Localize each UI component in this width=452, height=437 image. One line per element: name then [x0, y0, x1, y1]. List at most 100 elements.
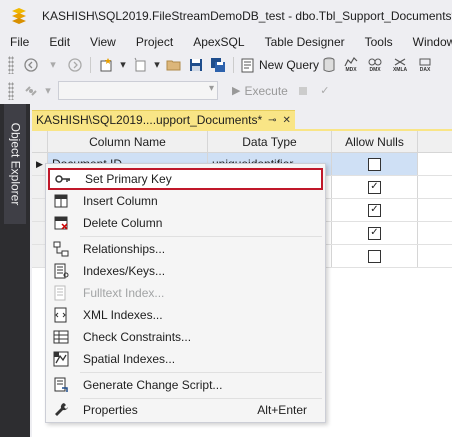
add-dropdown-icon[interactable]: ▾ [153, 56, 161, 74]
sql-editor-toolbar: ▾ ▶ Execute ✓ [0, 78, 452, 103]
menu-table-designer[interactable]: Table Designer [255, 35, 355, 49]
menu-item-shortcut: Alt+Enter [257, 403, 307, 417]
menu-item-label: Properties [83, 403, 138, 417]
open-file-icon[interactable] [165, 56, 183, 74]
column-name-header: Column Name [48, 131, 208, 152]
allow-nulls-checkbox[interactable] [368, 157, 381, 171]
allow-nulls-cell[interactable]: ✓ [332, 176, 418, 198]
menu-item-label: Relationships... [83, 242, 166, 256]
insert-column-icon [53, 193, 69, 209]
menu-item-label: Spatial Indexes... [83, 352, 176, 366]
generate-script-icon [53, 377, 69, 393]
title-bar: KASHISH\SQL2019.FileStreamDemoDB_test - … [0, 0, 452, 32]
new-dropdown-icon[interactable]: ▾ [119, 56, 127, 74]
database-engine-query-icon[interactable] [321, 56, 337, 74]
relationships-icon [53, 241, 69, 257]
menu-window[interactable]: Window [403, 35, 452, 49]
menu-item-insert-column[interactable]: Insert Column [48, 190, 323, 212]
toolbar-separator [233, 56, 234, 73]
back-icon[interactable] [22, 56, 40, 74]
fulltext-icon [53, 285, 69, 301]
menu-item-label: Indexes/Keys... [83, 264, 166, 278]
menu-item-fulltext-index: Fulltext Index... [48, 282, 323, 304]
allow-nulls-checkbox[interactable]: ✓ [368, 203, 381, 217]
dmx-query-icon[interactable]: DMX [365, 56, 385, 74]
menu-item-label: Generate Change Script... [83, 378, 223, 392]
execute-button[interactable]: ▶ Execute [232, 84, 288, 98]
dax-query-icon[interactable]: DAX [415, 56, 435, 74]
available-databases-select[interactable] [58, 81, 218, 100]
menu-item-relationships[interactable]: Relationships... [48, 238, 323, 260]
allow-nulls-cell[interactable] [332, 245, 418, 267]
menu-item-label: Delete Column [83, 216, 163, 230]
menu-item-label: Insert Column [83, 194, 158, 208]
menu-item-delete-column[interactable]: Delete Column [48, 212, 323, 234]
window-title: KASHISH\SQL2019.FileStreamDemoDB_test - … [42, 9, 452, 23]
menu-separator [80, 372, 322, 373]
key-icon [55, 171, 71, 187]
context-menu: Set Primary Key Insert Column Delete Col… [45, 163, 326, 423]
menu-edit[interactable]: Edit [39, 35, 80, 49]
connection-dropdown-icon[interactable]: ▾ [44, 82, 52, 100]
allow-nulls-cell[interactable]: ✓ [332, 199, 418, 221]
document-tab[interactable]: KASHISH\SQL2019....upport_Documents* ⊸ ✕ [32, 110, 295, 129]
toolbar-grip[interactable] [8, 55, 14, 74]
indexes-icon [53, 263, 69, 279]
row-selector-header [32, 131, 48, 152]
menu-item-check-constraints[interactable]: Check Constraints... [48, 326, 323, 348]
allow-nulls-checkbox[interactable]: ✓ [368, 180, 381, 194]
menu-item-xml-indexes[interactable]: XML Indexes... [48, 304, 323, 326]
menu-apexsql[interactable]: ApexSQL [183, 35, 254, 49]
new-query-label: New Query [259, 57, 320, 72]
save-icon[interactable] [187, 56, 205, 74]
new-project-icon[interactable] [97, 56, 115, 74]
new-query-icon [241, 58, 254, 72]
menu-item-label: Check Constraints... [83, 330, 192, 344]
menu-item-spatial-indexes[interactable]: Spatial Indexes... [48, 348, 323, 370]
spatial-indexes-icon [53, 351, 69, 367]
menu-view[interactable]: View [80, 35, 126, 49]
new-query-button[interactable]: New Query [240, 57, 319, 73]
menu-separator [80, 236, 322, 237]
menu-item-label: Set Primary Key [85, 172, 172, 186]
allow-nulls-header: Allow Nulls [332, 131, 418, 152]
nav-forward-icon[interactable] [66, 56, 84, 74]
menu-file[interactable]: File [0, 35, 39, 49]
add-item-icon[interactable] [131, 56, 149, 74]
standard-toolbar: ▾ ▾ ▾ New Query MDX DMX XMLA DAX [0, 52, 452, 77]
menu-item-set-primary-key[interactable]: Set Primary Key [48, 168, 323, 190]
pin-icon[interactable]: ⊸ [268, 115, 276, 126]
allow-nulls-cell[interactable]: ✓ [332, 222, 418, 244]
ssms-app-icon [10, 7, 28, 25]
menu-item-generate-change-script[interactable]: Generate Change Script... [48, 374, 323, 396]
menu-project[interactable]: Project [126, 35, 183, 49]
cancel-query-icon[interactable] [294, 82, 312, 100]
toolbar-separator [90, 56, 91, 73]
allow-nulls-checkbox[interactable]: ✓ [368, 226, 381, 240]
execute-label: Execute [244, 83, 288, 98]
document-tab-label: KASHISH\SQL2019....upport_Documents* [36, 113, 263, 127]
forward-icon[interactable]: ▾ [44, 56, 62, 74]
grid-header-row: Column Name Data Type Allow Nulls [32, 131, 452, 153]
mdx-query-icon[interactable]: MDX [341, 56, 361, 74]
allow-nulls-checkbox[interactable] [368, 249, 381, 263]
save-all-icon[interactable] [209, 56, 227, 74]
allow-nulls-cell[interactable] [332, 153, 418, 175]
menu-item-properties[interactable]: Properties Alt+Enter [48, 399, 323, 421]
delete-column-icon [53, 215, 69, 231]
toolbar-grip[interactable] [8, 81, 14, 100]
xml-indexes-icon [53, 307, 69, 323]
wrench-icon [53, 402, 69, 418]
menu-tools[interactable]: Tools [355, 35, 403, 49]
close-icon[interactable]: ✕ [283, 115, 291, 126]
menu-item-indexes-keys[interactable]: Indexes/Keys... [48, 260, 323, 282]
execute-play-icon: ▶ [232, 85, 241, 97]
menu-item-label: XML Indexes... [83, 308, 163, 322]
menu-bar: File Edit View Project ApexSQL Table Des… [0, 32, 452, 52]
object-explorer-tab[interactable]: Object Explorer [4, 104, 26, 224]
change-connection-icon[interactable] [22, 82, 40, 100]
debug-checkmark-icon[interactable]: ✓ [316, 82, 334, 100]
check-constraints-icon [53, 329, 69, 345]
xmla-query-icon[interactable]: XMLA [389, 56, 411, 74]
menu-item-label: Fulltext Index... [83, 286, 165, 300]
